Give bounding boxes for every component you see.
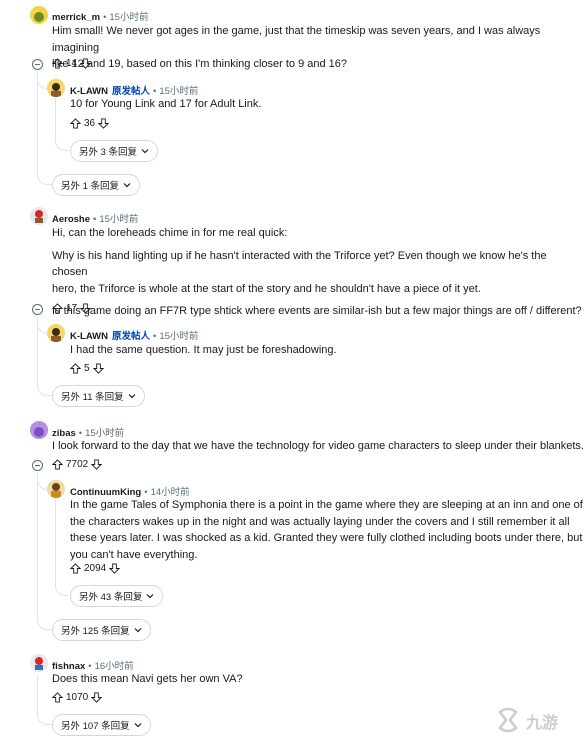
upvote-icon[interactable]: [70, 118, 81, 129]
watermark: 九游: [494, 708, 558, 734]
comment-meta: merrick_m • 15小时前: [52, 12, 149, 23]
collapse-icon[interactable]: [32, 59, 43, 70]
vote-count: 36: [84, 118, 96, 129]
downvote-icon[interactable]: [80, 303, 92, 314]
username[interactable]: K-LAWN: [70, 331, 108, 342]
more-replies-button[interactable]: 另外 3 条回复: [70, 140, 159, 162]
vote-count: 5: [84, 363, 90, 374]
vote-bar: 36: [70, 118, 110, 129]
downvote-icon[interactable]: [92, 363, 104, 374]
comment-meta: fishnax • 16小时前: [52, 661, 134, 672]
thread-elbow: [37, 381, 52, 396]
vote-bar: 2094: [70, 563, 121, 574]
upvote-icon[interactable]: [52, 58, 63, 69]
timestamp: 15小时前: [159, 331, 199, 342]
more-replies-button[interactable]: 另外 43 条回复: [70, 585, 164, 607]
comment-body: Hi, can the loreheads chime in for me re…: [52, 227, 582, 317]
op-badge: 原发帖人: [112, 331, 151, 342]
avatar[interactable]: [30, 6, 48, 24]
comment-meta: zibas • 15小时前: [52, 428, 125, 439]
thread-elbow: [55, 580, 68, 596]
username[interactable]: merrick_m: [52, 12, 100, 23]
thread-elbow: [55, 136, 68, 151]
downvote-icon[interactable]: [91, 692, 103, 703]
thread-line: [37, 72, 38, 172]
avatar[interactable]: [47, 324, 65, 342]
upvote-icon[interactable]: [70, 363, 81, 374]
vote-count: 1070: [66, 692, 89, 703]
watermark-logo-icon: [498, 708, 518, 733]
downvote-icon[interactable]: [91, 459, 103, 470]
reply-meta: K-LAWN 原发帖人 • 15小时前: [70, 86, 199, 97]
reply-meta: ContinuumKing • 14小时前: [70, 487, 190, 498]
vote-bar: 5: [70, 363, 104, 374]
thread-line: [55, 500, 56, 582]
username[interactable]: Aeroshe: [52, 214, 90, 225]
chevron-down-icon: [134, 723, 142, 728]
downvote-icon[interactable]: [98, 118, 110, 129]
thread-line: [37, 676, 38, 712]
downvote-icon[interactable]: [80, 58, 92, 69]
vote-count: 2094: [84, 563, 107, 574]
more-replies-button[interactable]: 另外 1 条回复: [52, 174, 141, 196]
vote-bar: 17: [52, 303, 92, 314]
vote-bar: 7702: [52, 459, 103, 470]
vote-count: 14: [66, 58, 78, 69]
vote-bar: 1070: [52, 692, 103, 703]
timestamp: 15小时前: [109, 12, 149, 23]
thread-elbow: [37, 614, 52, 630]
timestamp: 15小时前: [99, 214, 139, 225]
chevron-down-icon: [134, 628, 142, 633]
avatar[interactable]: [47, 480, 65, 498]
collapse-icon[interactable]: [32, 304, 43, 315]
more-replies-button[interactable]: 另外 107 条回复: [52, 714, 151, 736]
reply-body: In the game Tales of Symphonia there is …: [70, 499, 583, 561]
avatar[interactable]: [47, 79, 65, 97]
thread-elbow: [37, 170, 52, 185]
more-replies-button[interactable]: 另外 11 条回复: [52, 385, 145, 407]
thread-elbow: [37, 710, 52, 725]
reply-meta: K-LAWN 原发帖人 • 15小时前: [70, 331, 199, 342]
chevron-down-icon: [146, 594, 154, 599]
downvote-icon[interactable]: [109, 563, 121, 574]
watermark-text: 九游: [526, 715, 559, 732]
more-replies-button[interactable]: 另外 125 条回复: [52, 619, 151, 641]
vote-count: 17: [66, 303, 78, 314]
avatar[interactable]: [30, 654, 48, 672]
reply-body: I had the same question. It may just be …: [70, 344, 337, 356]
upvote-icon[interactable]: [70, 563, 81, 574]
upvote-icon[interactable]: [52, 303, 63, 314]
avatar[interactable]: [30, 421, 48, 439]
comment-meta: Aeroshe • 15小时前: [52, 214, 139, 225]
chevron-down-icon: [123, 183, 131, 188]
avatar[interactable]: [30, 207, 48, 225]
thread-line: [55, 98, 56, 138]
vote-count: 7702: [66, 459, 89, 470]
thread-line: [37, 473, 38, 618]
collapse-icon[interactable]: [32, 460, 43, 471]
upvote-icon[interactable]: [52, 692, 63, 703]
comment-body: I look forward to the day that we have t…: [52, 440, 584, 452]
comment-body: Does this mean Navi gets her own VA?: [52, 673, 243, 685]
upvote-icon[interactable]: [52, 459, 63, 470]
comment-body: Him small! We never got ages in the game…: [52, 25, 541, 70]
vote-bar: 14: [52, 58, 92, 69]
chevron-down-icon: [128, 394, 136, 399]
reply-body: 10 for Young Link and 17 for Adult Link.: [70, 98, 262, 110]
chevron-down-icon: [141, 149, 149, 154]
